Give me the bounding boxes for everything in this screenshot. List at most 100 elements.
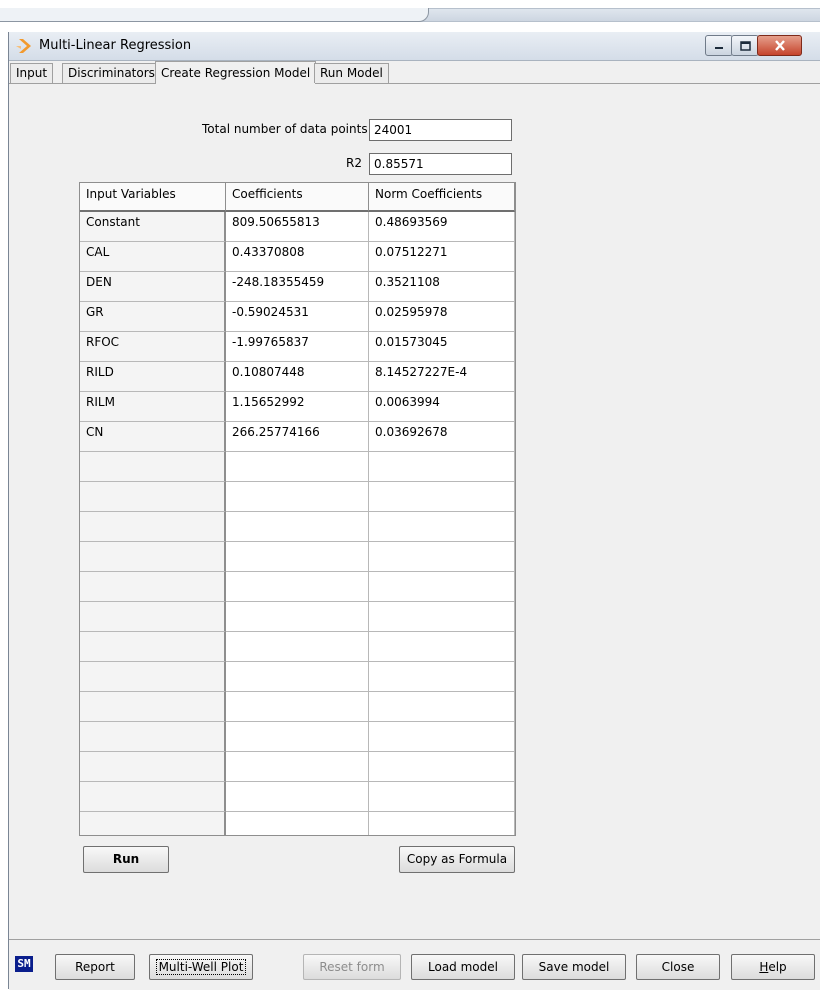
coefficient-cell[interactable] (226, 452, 369, 482)
table-row[interactable]: GR -0.59024531 0.02595978 (80, 302, 515, 332)
coefficient-cell[interactable] (226, 812, 369, 835)
close-button[interactable]: Close (636, 954, 720, 980)
table-row[interactable]: RFOC -1.99765837 0.01573045 (80, 332, 515, 362)
table-row[interactable] (80, 722, 515, 752)
coefficient-cell[interactable] (226, 602, 369, 632)
norm-coefficient-cell[interactable] (369, 602, 515, 632)
coefficient-cell[interactable]: 809.50655813 (226, 212, 369, 242)
input-variable-cell[interactable] (80, 722, 226, 752)
norm-coefficient-cell[interactable]: 0.07512271 (369, 242, 515, 272)
norm-coefficient-cell[interactable] (369, 452, 515, 482)
norm-coefficient-cell[interactable] (369, 752, 515, 782)
coefficient-cell[interactable] (226, 512, 369, 542)
input-variable-cell[interactable] (80, 782, 226, 812)
input-variable-cell[interactable] (80, 752, 226, 782)
copy-as-formula-button[interactable]: Copy as Formula (399, 846, 515, 873)
reset-form-button[interactable]: Reset form (303, 954, 401, 980)
input-variable-cell[interactable] (80, 482, 226, 512)
norm-coefficient-cell[interactable] (369, 632, 515, 662)
norm-coefficient-cell[interactable] (369, 482, 515, 512)
input-variable-cell[interactable]: CAL (80, 242, 226, 272)
coefficient-cell[interactable] (226, 542, 369, 572)
table-row[interactable] (80, 482, 515, 512)
column-header-norm-coefficients[interactable]: Norm Coefficients (369, 183, 515, 212)
coefficient-cell[interactable] (226, 752, 369, 782)
run-button[interactable]: Run (83, 846, 169, 873)
norm-coefficient-cell[interactable]: 0.0063994 (369, 392, 515, 422)
norm-coefficient-cell[interactable]: 0.48693569 (369, 212, 515, 242)
help-button[interactable]: Help (731, 954, 815, 980)
table-row[interactable]: RILM 1.15652992 0.0063994 (80, 392, 515, 422)
input-variable-cell[interactable] (80, 692, 226, 722)
input-variable-cell[interactable]: RILD (80, 362, 226, 392)
table-row[interactable]: CAL 0.43370808 0.07512271 (80, 242, 515, 272)
column-header-input-variables[interactable]: Input Variables (80, 183, 226, 212)
table-row[interactable] (80, 692, 515, 722)
table-row[interactable] (80, 542, 515, 572)
coefficient-cell[interactable]: -248.18355459 (226, 272, 369, 302)
norm-coefficient-cell[interactable] (369, 662, 515, 692)
input-variable-cell[interactable]: Constant (80, 212, 226, 242)
tab-run-model[interactable]: Run Model (314, 63, 389, 83)
input-variable-cell[interactable]: RFOC (80, 332, 226, 362)
column-header-coefficients[interactable]: Coefficients (226, 183, 369, 212)
norm-coefficient-cell[interactable] (369, 722, 515, 752)
coefficient-cell[interactable] (226, 482, 369, 512)
input-variable-cell[interactable]: CN (80, 422, 226, 452)
coefficient-cell[interactable]: 0.10807448 (226, 362, 369, 392)
coefficient-cell[interactable] (226, 572, 369, 602)
title-bar[interactable]: Multi-Linear Regression (9, 32, 820, 61)
minimize-button[interactable] (705, 35, 733, 56)
input-variable-cell[interactable] (80, 512, 226, 542)
coefficient-cell[interactable]: 266.25774166 (226, 422, 369, 452)
norm-coefficient-cell[interactable]: 0.3521108 (369, 272, 515, 302)
load-model-button[interactable]: Load model (411, 954, 515, 980)
save-model-button[interactable]: Save model (522, 954, 626, 980)
norm-coefficient-cell[interactable] (369, 512, 515, 542)
coefficient-cell[interactable]: 1.15652992 (226, 392, 369, 422)
r2-field[interactable]: 0.85571 (369, 153, 512, 175)
norm-coefficient-cell[interactable]: 0.03692678 (369, 422, 515, 452)
table-row[interactable] (80, 752, 515, 782)
norm-coefficient-cell[interactable] (369, 692, 515, 722)
norm-coefficient-cell[interactable]: 8.14527227E-4 (369, 362, 515, 392)
tab-input[interactable]: Input (10, 63, 54, 83)
input-variable-cell[interactable] (80, 812, 226, 835)
input-variable-cell[interactable]: RILM (80, 392, 226, 422)
report-button[interactable]: Report (55, 954, 135, 980)
norm-coefficient-cell[interactable]: 0.02595978 (369, 302, 515, 332)
input-variable-cell[interactable] (80, 542, 226, 572)
input-variable-cell[interactable]: GR (80, 302, 226, 332)
coefficient-cell[interactable] (226, 662, 369, 692)
tab-discriminators[interactable]: Discriminators (62, 63, 161, 83)
table-row[interactable] (80, 782, 515, 812)
maximize-button[interactable] (731, 35, 759, 56)
total-points-field[interactable]: 24001 (369, 119, 512, 141)
table-row[interactable] (80, 662, 515, 692)
norm-coefficient-cell[interactable] (369, 572, 515, 602)
table-row[interactable]: CN 266.25774166 0.03692678 (80, 422, 515, 452)
table-row[interactable] (80, 452, 515, 482)
coefficient-cell[interactable]: -0.59024531 (226, 302, 369, 332)
coefficient-cell[interactable] (226, 722, 369, 752)
input-variable-cell[interactable] (80, 602, 226, 632)
input-variable-cell[interactable] (80, 632, 226, 662)
multi-well-plot-button[interactable]: Multi-Well Plot (149, 954, 253, 980)
table-row[interactable] (80, 512, 515, 542)
table-row[interactable] (80, 632, 515, 662)
table-row[interactable]: Constant 809.50655813 0.48693569 (80, 212, 515, 242)
norm-coefficient-cell[interactable] (369, 782, 515, 812)
coefficient-cell[interactable]: 0.43370808 (226, 242, 369, 272)
tab-create-regression-model[interactable]: Create Regression Model (155, 61, 317, 84)
table-row[interactable] (80, 602, 515, 632)
coefficient-cell[interactable] (226, 632, 369, 662)
input-variable-cell[interactable] (80, 572, 226, 602)
table-row[interactable] (80, 812, 515, 835)
table-row[interactable]: DEN -248.18355459 0.3521108 (80, 272, 515, 302)
table-row[interactable] (80, 572, 515, 602)
coefficient-cell[interactable] (226, 782, 369, 812)
input-variable-cell[interactable] (80, 662, 226, 692)
host-tab[interactable] (0, 8, 429, 22)
norm-coefficient-cell[interactable] (369, 542, 515, 572)
table-row[interactable]: RILD 0.10807448 8.14527227E-4 (80, 362, 515, 392)
